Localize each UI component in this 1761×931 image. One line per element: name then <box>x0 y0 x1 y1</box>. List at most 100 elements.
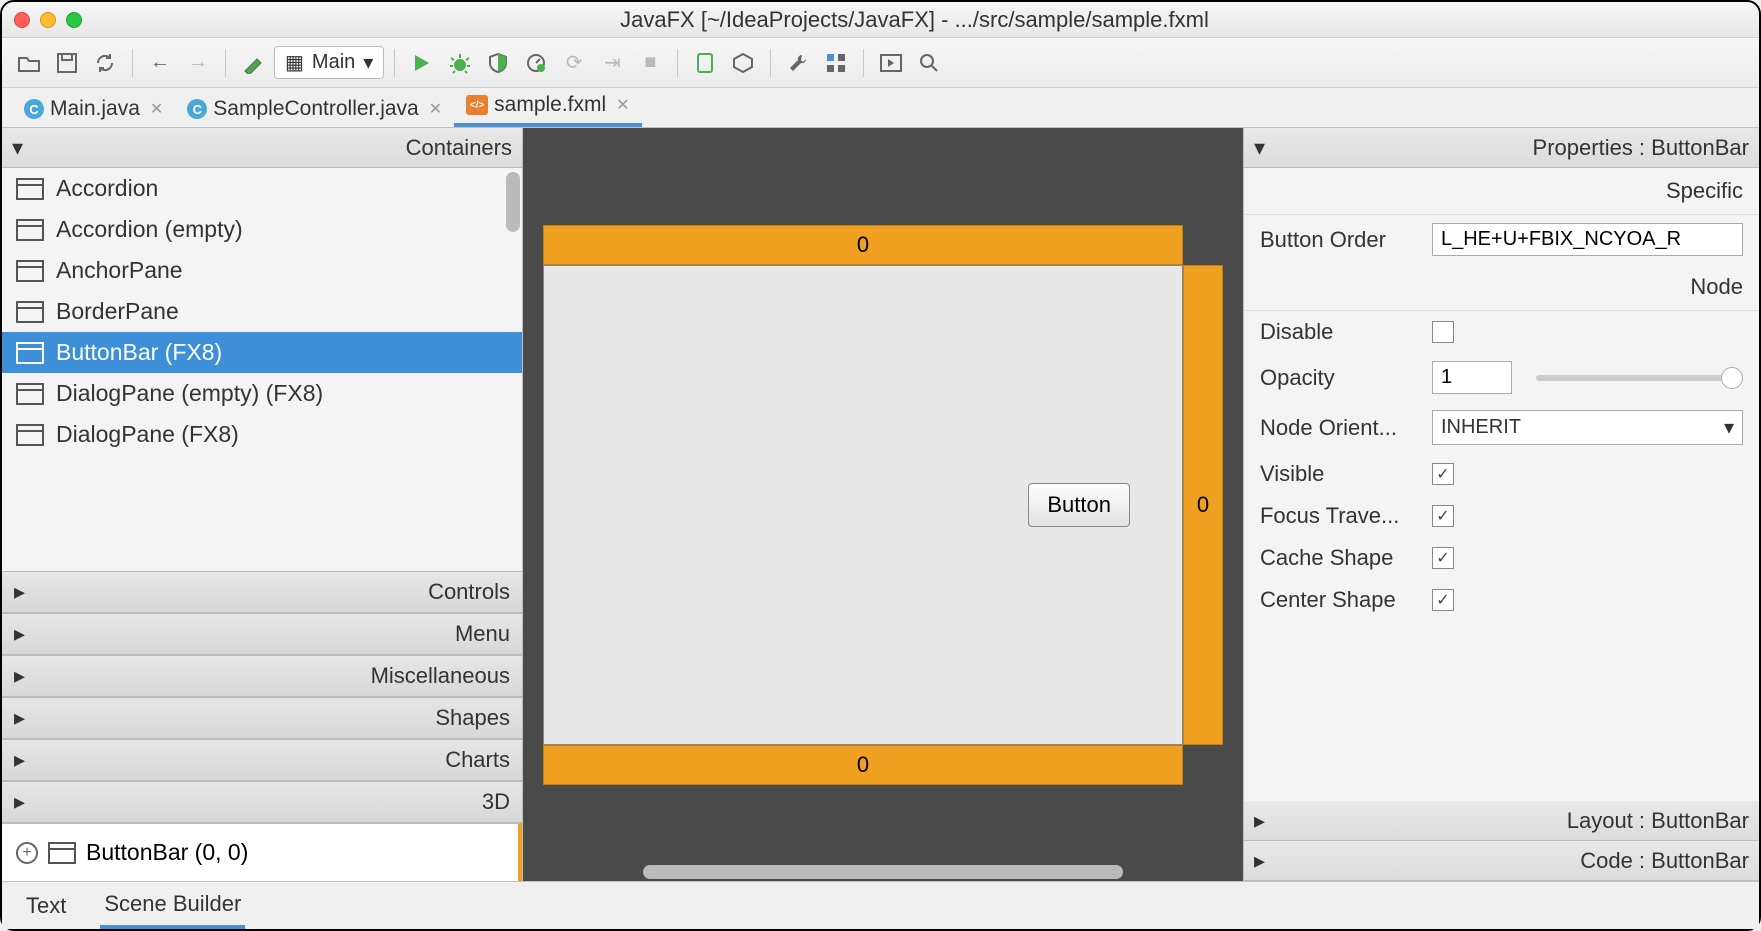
open-icon[interactable] <box>12 46 46 80</box>
cache-checkbox[interactable]: ✓ <box>1432 547 1454 569</box>
library-item-dialogpane[interactable]: DialogPane (FX8) <box>2 414 522 455</box>
back-icon[interactable]: ← <box>143 46 177 80</box>
hierarchy-label: ButtonBar (0, 0) <box>86 839 248 866</box>
library-item-accordion[interactable]: Accordion <box>2 168 522 209</box>
forward-icon[interactable]: → <box>181 46 215 80</box>
run-icon[interactable] <box>405 46 439 80</box>
wrench-icon[interactable] <box>781 46 815 80</box>
library-item-buttonbar[interactable]: ButtonBar (FX8) <box>2 332 522 373</box>
library-item-accordion-empty[interactable]: Accordion (empty) <box>2 209 522 250</box>
sdk-icon[interactable] <box>726 46 760 80</box>
orientation-select[interactable]: INHERIT ▾ <box>1432 410 1743 445</box>
border-guide-top[interactable]: 0 <box>543 225 1183 265</box>
focus-checkbox[interactable]: ✓ <box>1432 505 1454 527</box>
section-node: Node <box>1244 264 1759 311</box>
attach-icon[interactable]: ⟳ <box>557 46 591 80</box>
code-header[interactable]: ▸ Code : ButtonBar <box>1244 841 1759 881</box>
layout-header[interactable]: ▸ Layout : ButtonBar <box>1244 801 1759 841</box>
close-icon[interactable]: ✕ <box>616 95 629 115</box>
mode-text[interactable]: Text <box>22 885 70 927</box>
category-charts[interactable]: ▸Charts <box>2 739 522 781</box>
window-controls <box>14 12 82 28</box>
expand-icon[interactable]: ▸ <box>1254 848 1265 874</box>
debug-icon[interactable] <box>443 46 477 80</box>
structure-icon[interactable] <box>819 46 853 80</box>
preview-icon[interactable] <box>874 46 908 80</box>
close-icon[interactable]: ✕ <box>150 99 163 119</box>
expand-icon[interactable]: ▸ <box>1254 808 1265 834</box>
container-icon <box>16 342 44 364</box>
library-item-dialogpane-empty[interactable]: DialogPane (empty) (FX8) <box>2 373 522 414</box>
border-guide-bottom[interactable]: 0 <box>543 745 1183 785</box>
tab-sample-fxml[interactable]: </> sample.fxml ✕ <box>454 87 641 127</box>
java-class-icon: C <box>187 99 207 119</box>
coverage-icon[interactable] <box>481 46 515 80</box>
sync-icon[interactable] <box>88 46 122 80</box>
add-icon[interactable]: + <box>16 842 38 864</box>
category-menu[interactable]: ▸Menu <box>2 613 522 655</box>
main-toolbar: ← → ▦ Main ▾ ⟳ ⇥ ■ <box>2 38 1759 88</box>
header-label: Layout : ButtonBar <box>1567 808 1749 834</box>
container-icon <box>16 178 44 200</box>
prop-disable: Disable <box>1244 311 1759 353</box>
center-checkbox[interactable]: ✓ <box>1432 589 1454 611</box>
expand-icon: ▸ <box>14 663 25 689</box>
category-controls[interactable]: ▸Controls <box>2 571 522 613</box>
run-config-icon: ▦ <box>285 50 304 75</box>
category-miscellaneous[interactable]: ▸Miscellaneous <box>2 655 522 697</box>
save-icon[interactable] <box>50 46 84 80</box>
tab-label: sample.fxml <box>494 93 606 117</box>
design-surface[interactable]: Button <box>543 265 1183 745</box>
library-panel: ▾ Containers Accordion Accordion (empty)… <box>2 128 523 881</box>
collapse-icon[interactable]: ▾ <box>12 135 23 161</box>
inspector-panel: ▾ Properties : ButtonBar Specific Button… <box>1243 128 1759 881</box>
step-icon[interactable]: ⇥ <box>595 46 629 80</box>
category-3d[interactable]: ▸3D <box>2 781 522 823</box>
category-shapes[interactable]: ▸Shapes <box>2 697 522 739</box>
container-icon <box>16 219 44 241</box>
button-element[interactable]: Button <box>1028 483 1130 527</box>
prop-visible: Visible ✓ <box>1244 453 1759 495</box>
mode-scene-builder[interactable]: Scene Builder <box>100 883 245 929</box>
stop-icon[interactable]: ■ <box>633 46 667 80</box>
canvas-wrap: 0 Button 0 0 <box>543 225 1223 785</box>
slider-knob[interactable] <box>1721 367 1743 389</box>
run-config-selector[interactable]: ▦ Main ▾ <box>274 46 384 79</box>
visible-checkbox[interactable]: ✓ <box>1432 463 1454 485</box>
tab-samplecontroller-java[interactable]: C SampleController.java ✕ <box>175 91 454 127</box>
profiler-icon[interactable] <box>519 46 553 80</box>
disable-checkbox[interactable] <box>1432 321 1454 343</box>
scrollbar[interactable] <box>506 172 520 232</box>
properties-header[interactable]: ▾ Properties : ButtonBar <box>1244 128 1759 168</box>
opacity-slider[interactable] <box>1536 375 1743 381</box>
border-guide-right[interactable]: 0 <box>1183 265 1223 745</box>
container-icon <box>16 383 44 405</box>
horizontal-scrollbar[interactable] <box>643 865 1123 879</box>
search-icon[interactable] <box>912 46 946 80</box>
library-item-anchorpane[interactable]: AnchorPane <box>2 250 522 291</box>
opacity-input[interactable] <box>1432 361 1512 394</box>
titlebar: JavaFX [~/IdeaProjects/JavaFX] - .../src… <box>2 2 1759 38</box>
containers-header[interactable]: ▾ Containers <box>2 128 522 168</box>
build-icon[interactable] <box>236 46 270 80</box>
container-icon <box>16 301 44 323</box>
containers-list: Accordion Accordion (empty) AnchorPane B… <box>2 168 522 571</box>
minimize-window-icon[interactable] <box>40 12 56 28</box>
main-area: ▾ Containers Accordion Accordion (empty)… <box>2 128 1759 881</box>
library-item-borderpane[interactable]: BorderPane <box>2 291 522 332</box>
maximize-window-icon[interactable] <box>66 12 82 28</box>
chevron-down-icon: ▾ <box>363 50 373 75</box>
header-label: Properties : ButtonBar <box>1533 135 1749 161</box>
hierarchy-row[interactable]: + ButtonBar (0, 0) <box>2 823 522 881</box>
fxml-file-icon: </> <box>466 95 488 115</box>
close-window-icon[interactable] <box>14 12 30 28</box>
avd-icon[interactable] <box>688 46 722 80</box>
button-order-input[interactable] <box>1432 223 1743 256</box>
editor-mode-tabs: Text Scene Builder <box>2 881 1759 929</box>
expand-icon: ▸ <box>14 621 25 647</box>
close-icon[interactable]: ✕ <box>429 99 442 119</box>
prop-cache-shape: Cache Shape ✓ <box>1244 537 1759 579</box>
tab-main-java[interactable]: C Main.java ✕ <box>12 91 175 127</box>
chevron-down-icon: ▾ <box>1724 415 1734 440</box>
collapse-icon[interactable]: ▾ <box>1254 135 1265 161</box>
